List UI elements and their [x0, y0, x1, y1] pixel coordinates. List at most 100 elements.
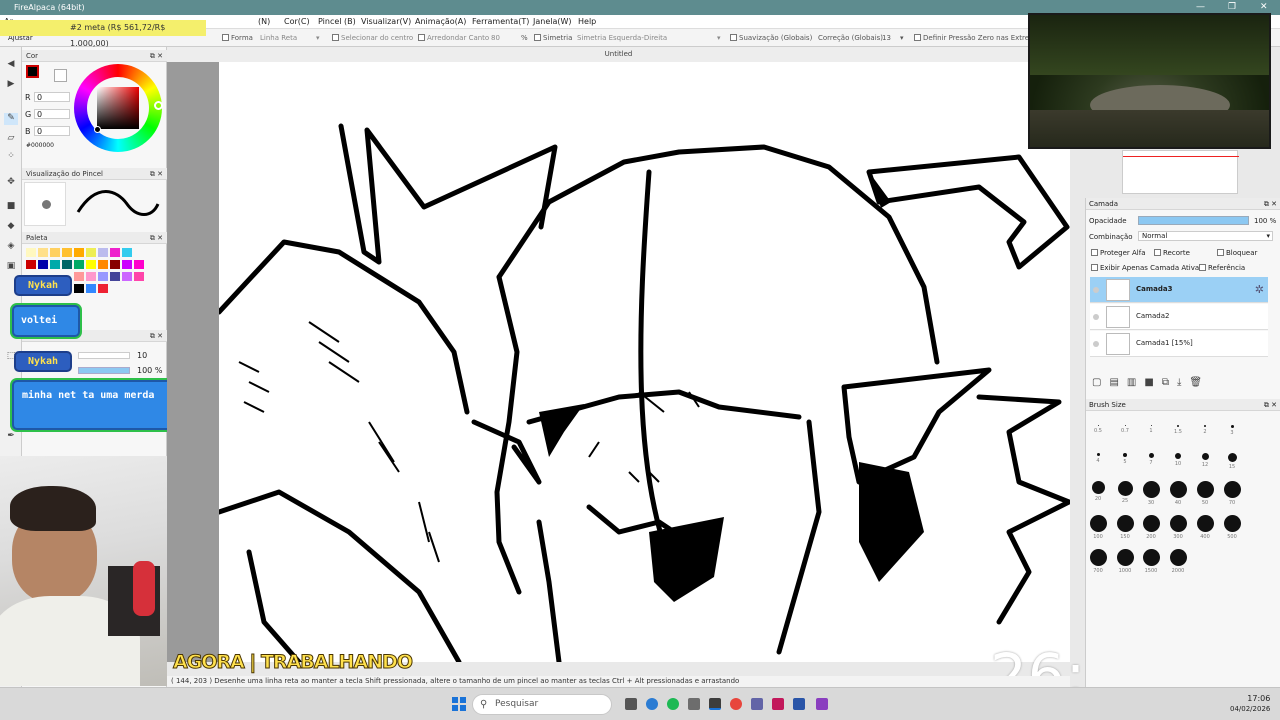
app-icon[interactable]: [816, 698, 828, 710]
blend-mode-select[interactable]: Normal ▾: [1138, 231, 1273, 241]
brush-size-option[interactable]: 2000: [1166, 549, 1190, 574]
brush-size-option[interactable]: 1.5: [1166, 425, 1190, 435]
brush-size-option[interactable]: 12: [1193, 453, 1217, 468]
menu-help[interactable]: Help: [578, 17, 596, 26]
brush-size-option[interactable]: 700: [1086, 549, 1110, 574]
panel-close-icon[interactable]: ⧉ ✕: [150, 330, 163, 342]
prev-frame-icon[interactable]: ◀: [4, 59, 18, 71]
saturation-square[interactable]: [97, 87, 139, 129]
firealpaca-icon[interactable]: [709, 698, 721, 710]
brush-size-option[interactable]: 500: [1220, 515, 1244, 540]
panel-close-icon[interactable]: ⧉ ✕: [150, 232, 163, 244]
brush-size-option[interactable]: 3: [1220, 425, 1244, 436]
referencia-checkbox[interactable]: [1199, 264, 1206, 271]
arredondar-canto-checkbox[interactable]: [418, 34, 425, 41]
trash-icon[interactable]: 🗑: [1189, 377, 1210, 388]
eraser-tool-icon[interactable]: ▱: [4, 133, 18, 145]
bucket-tool-icon[interactable]: ◆: [4, 221, 18, 233]
gear-icon[interactable]: ✲: [1255, 283, 1264, 296]
new-vector-layer-icon[interactable]: ▤: [1109, 377, 1126, 388]
brush-size-grid[interactable]: 0.5 0.7 1 1.5 2 3 4 5 7 10 12 15 20 25 3…: [1086, 415, 1256, 585]
menu-novo[interactable]: (N): [258, 17, 270, 26]
secondary-color-swatch[interactable]: [54, 69, 67, 82]
layer-opacity-value[interactable]: 100 %: [1254, 217, 1276, 225]
brush-size-slider[interactable]: [78, 352, 130, 359]
brush-size-value[interactable]: 10: [137, 351, 147, 360]
brush-size-option[interactable]: 20: [1086, 481, 1110, 502]
brush-size-option[interactable]: 200: [1139, 515, 1163, 540]
eye-icon[interactable]: [1093, 341, 1099, 347]
brush-size-option[interactable]: 30: [1139, 481, 1163, 506]
brush-size-option[interactable]: 1000: [1113, 549, 1137, 574]
fill-tool-icon[interactable]: ■: [4, 201, 18, 213]
brush-size-option[interactable]: 1: [1139, 425, 1163, 434]
dot-tool-icon[interactable]: ⁘: [4, 151, 18, 163]
brush-size-option[interactable]: 25: [1113, 481, 1137, 504]
drawing-canvas[interactable]: [216, 62, 1070, 662]
brush-size-option[interactable]: 100: [1086, 515, 1110, 540]
move-tool-icon[interactable]: ✥: [4, 177, 18, 189]
forma-select[interactable]: Linha Reta: [260, 34, 297, 42]
panel-close-icon[interactable]: ⧉ ✕: [1264, 198, 1277, 210]
app-icon[interactable]: [793, 698, 805, 710]
layer-item[interactable]: Camada3 ✲: [1090, 277, 1268, 303]
color-wheel[interactable]: [74, 64, 163, 152]
app-icon[interactable]: [751, 698, 763, 710]
menu-cor[interactable]: Cor(C): [284, 17, 310, 26]
panel-close-icon[interactable]: ⧉ ✕: [150, 50, 163, 62]
brush-size-option[interactable]: 70: [1220, 481, 1244, 506]
windows-start-icon[interactable]: [452, 697, 466, 711]
layer-opacity-slider[interactable]: [1138, 216, 1249, 225]
bloquear-checkbox[interactable]: [1217, 249, 1224, 256]
play-icon[interactable]: ▶: [4, 79, 18, 91]
brush-size-option[interactable]: 400: [1193, 515, 1217, 540]
gradient-tool-icon[interactable]: ◈: [4, 241, 18, 253]
edge-icon[interactable]: [646, 698, 658, 710]
chrome-icon[interactable]: [730, 698, 742, 710]
brush-size-option[interactable]: 10: [1166, 453, 1190, 467]
brush-size-option[interactable]: 2: [1193, 425, 1217, 435]
eye-icon[interactable]: [1093, 287, 1099, 293]
recorte-checkbox[interactable]: [1154, 249, 1161, 256]
brush-size-option[interactable]: 300: [1166, 515, 1190, 540]
brush-size-option[interactable]: 150: [1113, 515, 1137, 540]
hex-value[interactable]: #000000: [26, 142, 54, 149]
brush-size-option[interactable]: 0.7: [1113, 425, 1137, 434]
pen-tool-icon[interactable]: ✒: [4, 431, 18, 443]
new-layer-icon[interactable]: ▢: [1092, 377, 1109, 388]
brush-tool-icon[interactable]: ✎: [4, 113, 18, 125]
brush-size-option[interactable]: 5: [1113, 453, 1137, 465]
spotify-icon[interactable]: [667, 698, 679, 710]
suavizacao-checkbox[interactable]: [730, 34, 737, 41]
primary-color-swatch[interactable]: [26, 65, 39, 78]
layer-fill-icon[interactable]: ▣: [4, 261, 18, 273]
folder-icon[interactable]: ■: [1144, 377, 1161, 388]
correcao-select[interactable]: 13: [882, 34, 891, 42]
arredondar-value[interactable]: 80: [491, 34, 500, 42]
brush-size-option[interactable]: 7: [1139, 453, 1163, 466]
exibir-ativa-checkbox[interactable]: [1091, 264, 1098, 271]
r-field[interactable]: 0: [34, 92, 70, 102]
value-handle[interactable]: [94, 126, 101, 133]
brush-size-option[interactable]: 1500: [1139, 549, 1163, 574]
selecionar-centro-checkbox[interactable]: [332, 34, 339, 41]
layer-item[interactable]: Camada2: [1090, 304, 1268, 330]
g-field[interactable]: 0: [34, 109, 70, 119]
simetria-select[interactable]: Simetria Esquerda-Direita: [577, 34, 667, 42]
menu-ferramenta[interactable]: Ferramenta(T): [472, 17, 529, 26]
taskbar-clock[interactable]: 17:06 04/02/2026: [1230, 693, 1270, 715]
brush-size-option[interactable]: 50: [1193, 481, 1217, 506]
copy-layer-icon[interactable]: ⧉: [1162, 377, 1177, 388]
simetria-checkbox[interactable]: [534, 34, 541, 41]
panel-close-icon[interactable]: ⧉ ✕: [1264, 399, 1277, 411]
app-icon[interactable]: [688, 698, 700, 710]
document-tab[interactable]: Untitled: [167, 47, 1070, 62]
menu-animacao[interactable]: Animação(A): [415, 17, 466, 26]
brush-size-option[interactable]: 15: [1220, 453, 1244, 470]
canvas-area[interactable]: [167, 62, 1070, 662]
menu-pincel[interactable]: Pincel (B): [318, 17, 356, 26]
brush-size-option[interactable]: 40: [1166, 481, 1190, 506]
proteger-alfa-checkbox[interactable]: [1091, 249, 1098, 256]
task-view-icon[interactable]: [625, 698, 637, 710]
brush-opacity-slider[interactable]: [78, 367, 130, 374]
